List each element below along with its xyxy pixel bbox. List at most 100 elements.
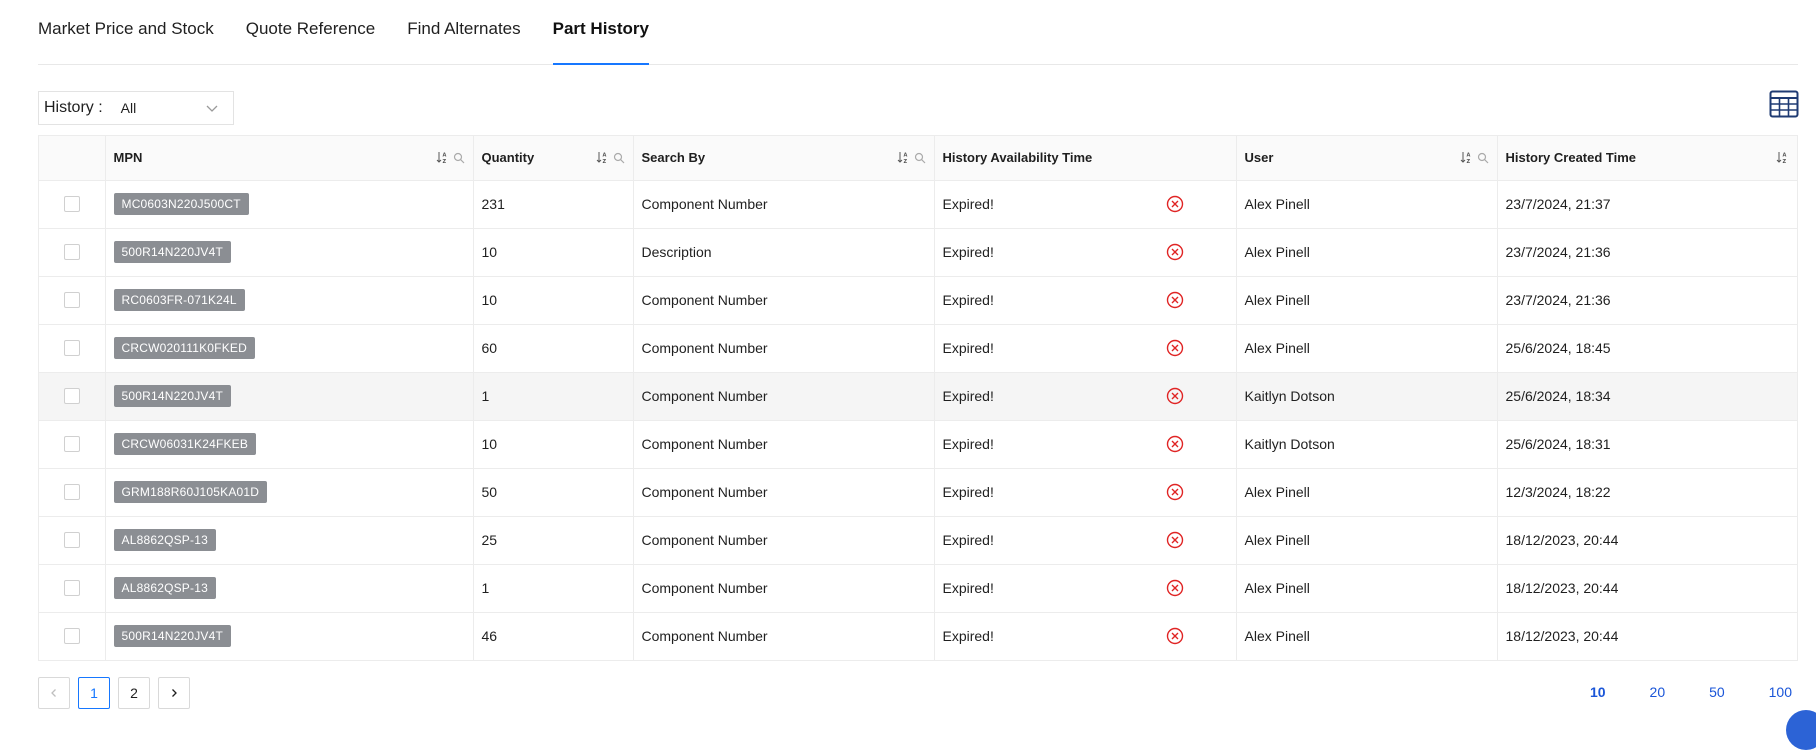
svg-text:Z: Z xyxy=(442,159,446,164)
sort-icon[interactable]: AZ xyxy=(436,151,449,164)
mpn-tag[interactable]: MC0603N220J500CT xyxy=(113,193,249,215)
table-row[interactable]: AL8862QSP-13 1 Component Number Expired!… xyxy=(39,564,1797,613)
search-icon[interactable] xyxy=(613,152,625,164)
mpn-tag[interactable]: CRCW06031K24FKEB xyxy=(113,433,257,455)
page-button-1[interactable]: 1 xyxy=(78,677,110,709)
page-button-2[interactable]: 2 xyxy=(118,677,150,709)
column-header-label: History Availability Time xyxy=(942,150,1093,166)
svg-text:A: A xyxy=(903,153,907,159)
tab-quote-reference[interactable]: Quote Reference xyxy=(246,0,375,64)
mpn-tag[interactable]: 500R14N220JV4T xyxy=(113,385,232,407)
help-fab-button[interactable] xyxy=(1786,710,1816,750)
user-cell: Alex Pinell xyxy=(1236,276,1498,325)
created-time-cell: 23/7/2024, 21:37 xyxy=(1497,180,1797,229)
created-time-cell: 25/6/2024, 18:45 xyxy=(1497,324,1797,373)
column-header-mpn[interactable]: MPN AZ xyxy=(105,136,474,181)
page-size-50[interactable]: 50 xyxy=(1709,684,1725,700)
prev-page-button[interactable] xyxy=(38,677,70,709)
sort-icon[interactable]: AZ xyxy=(897,151,910,164)
row-checkbox[interactable] xyxy=(63,340,80,356)
availability-cell: Expired! xyxy=(934,372,1237,421)
tab-find-alternates[interactable]: Find Alternates xyxy=(407,0,520,64)
row-checkbox[interactable] xyxy=(63,436,80,452)
chevron-down-icon xyxy=(206,105,218,112)
row-checkbox[interactable] xyxy=(63,628,80,645)
table-grid-icon[interactable] xyxy=(1769,90,1799,118)
created-time-cell: 23/7/2024, 21:36 xyxy=(1497,276,1797,325)
availability-cell: Expired! xyxy=(934,612,1237,660)
row-checkbox[interactable] xyxy=(63,532,80,548)
mpn-cell: CRCW06031K24FKEB xyxy=(105,420,474,469)
user-cell: Alex Pinell xyxy=(1236,516,1498,565)
row-checkbox[interactable] xyxy=(63,388,80,404)
table-row[interactable]: CRCW06031K24FKEB 10 Component Number Exp… xyxy=(39,420,1797,469)
search-icon[interactable] xyxy=(453,152,465,164)
quantity-cell: 10 xyxy=(473,228,634,277)
close-circle-icon[interactable] xyxy=(1166,339,1184,357)
close-circle-icon[interactable] xyxy=(1166,579,1184,597)
page-size-10[interactable]: 10 xyxy=(1590,684,1606,700)
close-circle-icon[interactable] xyxy=(1166,387,1184,405)
row-checkbox-cell xyxy=(39,180,106,229)
table-row[interactable]: 500R14N220JV4T 1 Component Number Expire… xyxy=(39,372,1797,421)
mpn-tag[interactable]: 500R14N220JV4T xyxy=(113,241,232,263)
page-size-20[interactable]: 20 xyxy=(1650,684,1666,700)
table-row[interactable]: CRCW020111K0FKED 60 Component Number Exp… xyxy=(39,324,1797,373)
svg-text:Z: Z xyxy=(602,159,606,164)
search-icon[interactable] xyxy=(1477,152,1489,164)
svg-text:A: A xyxy=(602,153,606,159)
close-circle-icon[interactable] xyxy=(1166,435,1184,453)
tab-market-price-and-stock[interactable]: Market Price and Stock xyxy=(38,0,214,64)
mpn-tag[interactable]: 500R14N220JV4T xyxy=(113,625,232,648)
quantity-cell: 10 xyxy=(473,420,634,469)
tab-part-history[interactable]: Part History xyxy=(552,0,650,65)
table-row[interactable]: RC0603FR-071K24L 10 Component Number Exp… xyxy=(39,276,1797,325)
row-checkbox[interactable] xyxy=(63,484,80,500)
sort-icon[interactable]: AZ xyxy=(1776,151,1789,164)
column-header-search-by[interactable]: Search By AZ xyxy=(633,136,935,181)
mpn-tag[interactable]: RC0603FR-071K24L xyxy=(113,289,245,311)
table-row[interactable]: MC0603N220J500CT 231 Component Number Ex… xyxy=(39,180,1797,229)
row-checkbox-cell xyxy=(39,564,106,613)
column-header-user[interactable]: User AZ xyxy=(1236,136,1498,181)
close-circle-icon[interactable] xyxy=(1166,243,1184,261)
page-size-100[interactable]: 100 xyxy=(1769,684,1792,700)
table-row[interactable]: 500R14N220JV4T 46 Component Number Expir… xyxy=(39,612,1797,660)
row-checkbox[interactable] xyxy=(63,292,80,308)
next-page-button[interactable] xyxy=(158,677,190,709)
close-circle-icon[interactable] xyxy=(1166,531,1184,549)
availability-status: Expired! xyxy=(942,196,994,212)
mpn-cell: GRM188R60J105KA01D xyxy=(105,468,474,517)
user-cell: Alex Pinell xyxy=(1236,228,1498,277)
availability-cell: Expired! xyxy=(934,228,1237,277)
table-row[interactable]: AL8862QSP-13 25 Component Number Expired… xyxy=(39,516,1797,565)
close-circle-icon[interactable] xyxy=(1166,291,1184,309)
quantity-cell: 231 xyxy=(473,180,634,229)
column-header-label: User xyxy=(1244,150,1274,166)
column-header-history-created-time[interactable]: History Created Time AZ xyxy=(1497,136,1797,181)
sort-icon[interactable]: AZ xyxy=(596,151,609,164)
svg-text:Z: Z xyxy=(1783,159,1787,164)
row-checkbox[interactable] xyxy=(63,580,80,596)
close-circle-icon[interactable] xyxy=(1166,483,1184,501)
mpn-tag[interactable]: CRCW020111K0FKED xyxy=(113,337,255,359)
mpn-cell: RC0603FR-071K24L xyxy=(105,276,474,325)
table-row[interactable]: 500R14N220JV4T 10 Description Expired! A… xyxy=(39,228,1797,277)
search-icon[interactable] xyxy=(914,152,926,164)
search-by-cell: Component Number xyxy=(633,324,935,373)
search-by-cell: Component Number xyxy=(633,564,935,613)
row-checkbox[interactable] xyxy=(63,196,80,212)
mpn-tag[interactable]: AL8862QSP-13 xyxy=(113,577,216,599)
close-circle-icon[interactable] xyxy=(1166,195,1184,213)
search-by-cell: Component Number xyxy=(633,276,935,325)
sort-icon[interactable]: AZ xyxy=(1460,151,1473,164)
column-header-quantity[interactable]: Quantity AZ xyxy=(473,136,634,181)
mpn-tag[interactable]: AL8862QSP-13 xyxy=(113,529,216,551)
row-checkbox[interactable] xyxy=(63,244,80,260)
availability-status: Expired! xyxy=(942,532,994,548)
close-circle-icon[interactable] xyxy=(1166,627,1184,645)
search-by-cell: Component Number xyxy=(633,612,935,660)
table-row[interactable]: GRM188R60J105KA01D 50 Component Number E… xyxy=(39,468,1797,517)
mpn-tag[interactable]: GRM188R60J105KA01D xyxy=(113,481,268,503)
history-select[interactable]: All xyxy=(121,100,219,116)
